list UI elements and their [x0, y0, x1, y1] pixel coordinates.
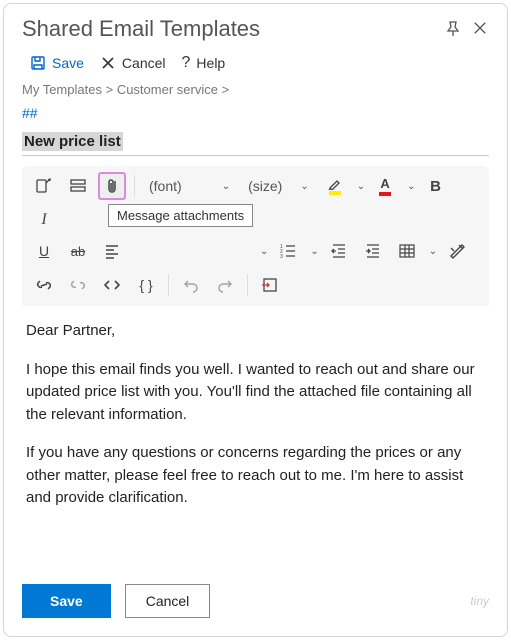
layout-icon[interactable]: [64, 172, 92, 200]
align-button[interactable]: [98, 237, 126, 265]
breadcrumb-folder[interactable]: Customer service: [117, 82, 218, 97]
highlight-color-chevron[interactable]: ⌄: [357, 181, 365, 192]
close-icon[interactable]: [473, 21, 489, 37]
help-action[interactable]: ? Help: [182, 54, 226, 72]
underline-button[interactable]: U: [30, 237, 58, 265]
action-bar: Save Cancel ? Help: [4, 48, 507, 82]
insert-template-button[interactable]: [256, 271, 284, 299]
editor-body[interactable]: Dear Partner, I hope this email finds yo…: [22, 306, 489, 570]
editor-toolbar: Message attachments (font) ⌄ (size) ⌄ ⌄ …: [22, 166, 489, 306]
panel-title: Shared Email Templates: [22, 16, 445, 42]
footer-bar: Save Cancel tiny: [4, 570, 507, 636]
font-size-dropdown[interactable]: (size) ⌄: [242, 172, 315, 200]
tag-marker[interactable]: ##: [4, 105, 507, 129]
shared-templates-panel: Shared Email Templates Save: [3, 3, 508, 637]
braces-button[interactable]: { }: [132, 271, 160, 299]
save-action[interactable]: Save: [30, 55, 84, 71]
redo-button[interactable]: [211, 271, 239, 299]
numbered-list-button[interactable]: 123: [274, 237, 302, 265]
help-label: Help: [196, 55, 225, 71]
numlist-chevron[interactable]: ⌄: [310, 246, 318, 257]
highlight-color-button[interactable]: [321, 172, 349, 200]
clear-format-button[interactable]: [443, 237, 471, 265]
cancel-action[interactable]: Cancel: [100, 55, 166, 71]
breadcrumb: My Templates > Customer service >: [4, 82, 507, 105]
body-paragraph-3: If you have any questions or concerns re…: [26, 442, 485, 510]
body-paragraph-2: I hope this email finds you well. I want…: [26, 359, 485, 427]
italic-button[interactable]: I: [30, 206, 58, 234]
font-family-dropdown[interactable]: (font) ⌄: [143, 172, 236, 200]
strikethrough-button[interactable]: ab: [64, 237, 92, 265]
body-paragraph-1: Dear Partner,: [26, 320, 485, 343]
link-button[interactable]: [30, 271, 58, 299]
macro-icon[interactable]: [30, 172, 58, 200]
unlink-button[interactable]: [64, 271, 92, 299]
attachment-button[interactable]: Message attachments: [98, 172, 126, 200]
pin-icon[interactable]: [445, 21, 461, 37]
save-button[interactable]: Save: [22, 584, 111, 618]
font-color-chevron[interactable]: ⌄: [407, 181, 415, 192]
table-chevron[interactable]: ⌄: [429, 246, 437, 257]
template-title-text: New price list: [22, 132, 123, 151]
indent-button[interactable]: [359, 237, 387, 265]
breadcrumb-root[interactable]: My Templates: [22, 82, 102, 97]
source-code-button[interactable]: [98, 271, 126, 299]
font-color-button[interactable]: A: [371, 172, 399, 200]
cancel-button[interactable]: Cancel: [125, 584, 211, 618]
panel-header: Shared Email Templates: [4, 4, 507, 48]
question-icon: ?: [182, 54, 191, 72]
tiny-logo: tiny: [470, 594, 489, 608]
svg-text:3: 3: [280, 254, 283, 259]
save-label: Save: [52, 55, 84, 71]
bold-button[interactable]: B: [421, 172, 449, 200]
table-button[interactable]: [393, 237, 421, 265]
attachment-tooltip: Message attachments: [108, 204, 253, 227]
undo-button[interactable]: [177, 271, 205, 299]
align-chevron[interactable]: ⌄: [260, 246, 268, 257]
outdent-button[interactable]: [325, 237, 353, 265]
template-title-field[interactable]: New price list: [22, 129, 489, 156]
cancel-label: Cancel: [122, 55, 166, 71]
